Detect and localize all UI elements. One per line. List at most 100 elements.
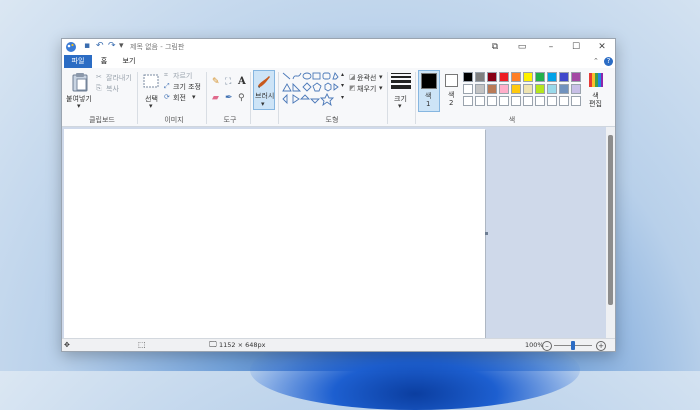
scrollbar-thumb[interactable] <box>608 135 613 305</box>
rotate-icon: ⟳ <box>164 93 170 101</box>
fill-dropdown-icon[interactable]: ▾ <box>379 84 383 92</box>
color-swatch[interactable] <box>511 72 521 82</box>
fill-button[interactable]: 채우기 <box>357 84 376 94</box>
color-swatch[interactable] <box>559 84 569 94</box>
color-swatch[interactable] <box>535 72 545 82</box>
color-swatch[interactable] <box>523 96 533 106</box>
color-swatch[interactable] <box>487 84 497 94</box>
zoom-in-button[interactable]: + <box>596 341 606 351</box>
color-swatch[interactable] <box>511 84 521 94</box>
separator <box>206 72 207 124</box>
drawing-canvas[interactable] <box>64 129 485 338</box>
color-swatch[interactable] <box>511 96 521 106</box>
canvas-resize-handle[interactable] <box>485 232 488 235</box>
crop-button[interactable]: 자르기 <box>173 71 192 81</box>
vertical-scrollbar[interactable] <box>606 127 615 338</box>
shapes-scroll-down-icon[interactable]: ▾ <box>341 82 344 89</box>
size-button[interactable]: 크기 ▾ <box>390 72 412 112</box>
cut-icon: ✂ <box>96 73 102 81</box>
crop-icon: ⌗ <box>164 71 168 79</box>
pencil-icon[interactable]: ✎ <box>212 77 220 87</box>
shapes-more-icon[interactable]: ▾ <box>341 94 344 101</box>
tab-view[interactable]: 보기 <box>118 55 140 68</box>
color-swatch[interactable] <box>487 72 497 82</box>
fill-bucket-icon[interactable]: ⛶ <box>225 77 231 87</box>
zoom-slider-thumb[interactable] <box>571 341 575 350</box>
color-palette <box>463 72 583 108</box>
color-swatch[interactable] <box>499 96 509 106</box>
color-swatch[interactable] <box>463 84 473 94</box>
edit-colors-button[interactable]: 색 편집 <box>589 92 602 108</box>
rotate-dropdown-icon[interactable]: ▾ <box>192 93 196 101</box>
selection-size-icon: ⬚ <box>138 340 146 349</box>
window-title: 제목 없음 - 그림판 <box>130 43 185 51</box>
help-icon[interactable]: ? <box>604 57 613 66</box>
undo-icon[interactable]: ↶ <box>96 41 104 51</box>
color-picker-icon[interactable]: ✒ <box>225 93 233 103</box>
quick-access-menu-icon[interactable]: ▾ <box>119 41 124 51</box>
size-dropdown-icon: ▾ <box>398 102 402 110</box>
select-dropdown-icon[interactable]: ▾ <box>149 102 153 110</box>
color-swatch[interactable] <box>547 84 557 94</box>
color-swatch[interactable] <box>571 72 581 82</box>
color-swatch[interactable] <box>523 72 533 82</box>
ribbon: 붙여넣기 ▾ ✂ 잘라내기 ⎘ 복사 클립보드 선택 ▾ ⌗ 자르기 ⤢ 크기 … <box>62 68 615 127</box>
color1-swatch <box>421 73 437 89</box>
close-button[interactable]: ✕ <box>592 40 612 54</box>
tab-home[interactable]: 홈 <box>96 55 112 68</box>
minimize-button[interactable]: – <box>541 40 561 54</box>
title-bar: ▪ ↶ ↷ ▾ 제목 없음 - 그림판 ⧉ ▭ – ☐ ✕ <box>62 39 615 55</box>
canvas-workspace <box>62 127 615 338</box>
rotate-button[interactable]: 회전 <box>173 93 186 103</box>
tab-file[interactable]: 파일 <box>64 55 92 68</box>
eraser-icon[interactable]: ▰ <box>212 93 219 103</box>
color-swatch[interactable] <box>571 96 581 106</box>
brushes-button[interactable]: 브러시 ▾ <box>253 70 275 110</box>
maximize-button[interactable]: ☐ <box>566 40 586 54</box>
color-swatch[interactable] <box>571 84 581 94</box>
color-swatch[interactable] <box>499 84 509 94</box>
zoom-out-button[interactable]: – <box>542 341 552 351</box>
color-swatch[interactable] <box>487 96 497 106</box>
outline-button[interactable]: 윤곽선 <box>357 73 376 83</box>
color2-button[interactable]: 색 2 <box>442 70 464 112</box>
color-swatch[interactable] <box>535 96 545 106</box>
collapse-ribbon-icon[interactable]: ⌃ <box>593 57 599 65</box>
magnifier-icon[interactable]: ⚲ <box>238 93 245 103</box>
select-icon[interactable] <box>143 74 159 88</box>
color-swatch[interactable] <box>547 96 557 106</box>
color-swatch[interactable] <box>475 84 485 94</box>
color-swatch[interactable] <box>463 96 473 106</box>
tablet-mode-icon[interactable]: ⧉ <box>485 40 505 54</box>
image-size-icon: 🖵 <box>209 340 217 349</box>
color-swatch[interactable] <box>463 72 473 82</box>
status-bar: ✥ ⬚ 🖵 1152 × 648px 100% – + <box>62 338 615 351</box>
cursor-position-icon: ✥ <box>64 341 70 349</box>
ribbon-tabs: 파일 홈 보기 ⌃ ? <box>62 55 615 69</box>
color-swatch[interactable] <box>547 72 557 82</box>
edit-colors-icon[interactable] <box>588 72 604 88</box>
redo-icon[interactable]: ↷ <box>108 41 116 51</box>
colors-group-label: 색 <box>508 116 516 124</box>
outline-dropdown-icon[interactable]: ▾ <box>379 73 383 81</box>
color-swatch[interactable] <box>499 72 509 82</box>
paste-icon[interactable] <box>71 72 89 92</box>
paint-window: ▪ ↶ ↷ ▾ 제목 없음 - 그림판 ⧉ ▭ – ☐ ✕ 파일 홈 보기 ⌃ … <box>61 38 616 352</box>
color-swatch[interactable] <box>475 96 485 106</box>
save-icon[interactable]: ▪ <box>84 41 90 51</box>
separator <box>387 72 388 124</box>
cut-button[interactable]: 잘라내기 <box>106 73 132 83</box>
color-swatch[interactable] <box>559 72 569 82</box>
resize-button[interactable]: 크기 조정 <box>173 82 201 92</box>
text-icon[interactable]: A <box>238 76 246 87</box>
shapes-scroll-up-icon[interactable]: ▴ <box>341 71 344 78</box>
color-swatch[interactable] <box>559 96 569 106</box>
copy-button[interactable]: 복사 <box>106 84 119 94</box>
color-swatch[interactable] <box>523 84 533 94</box>
shapes-gallery[interactable] <box>281 71 339 107</box>
color-swatch[interactable] <box>535 84 545 94</box>
snap-layout-icon[interactable]: ▭ <box>512 40 532 54</box>
color1-button[interactable]: 색 1 <box>418 70 440 112</box>
color-swatch[interactable] <box>475 72 485 82</box>
paste-dropdown-icon[interactable]: ▾ <box>77 102 81 110</box>
